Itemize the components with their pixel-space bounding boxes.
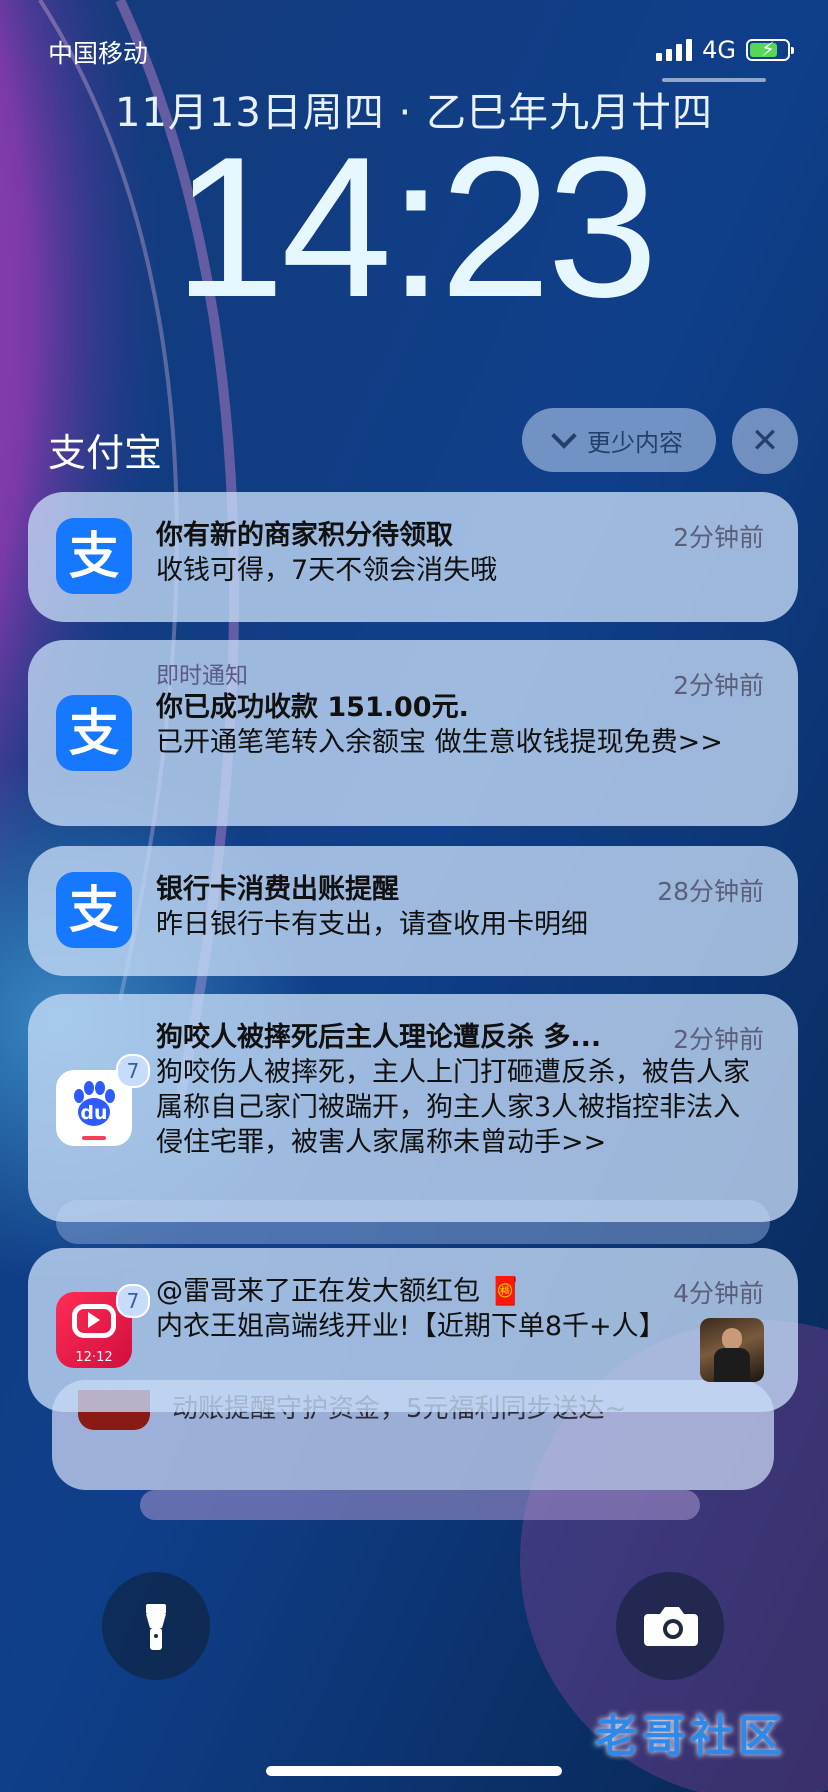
carrier-name: 中国移动	[48, 39, 149, 68]
alipay-icon: 支	[56, 518, 132, 594]
notification-card[interactable]: 支 银行卡消费出账提醒 昨日银行卡有支出，请查收用卡明细 28分钟前	[28, 846, 798, 976]
show-less-button[interactable]: 更少内容	[522, 408, 716, 472]
notification-content: @雷哥来了正在发大额红包 🧧 内衣王姐高端线开业!【近期下单8千+人】	[156, 1274, 668, 1344]
notification-card[interactable]: 12·12 7 @雷哥来了正在发大额红包 🧧 内衣王姐高端线开业!【近期下单8千…	[28, 1248, 798, 1412]
app-badge: 7	[116, 1054, 150, 1088]
notification-card[interactable]: 支 即时通知 你已成功收款 151.00元. 已开通笔笔转入余额宝 做生意收钱提…	[28, 640, 798, 826]
notification-time: 4分钟前	[673, 1279, 764, 1308]
cellular-signal-icon	[656, 39, 693, 61]
clear-group-button[interactable]: ✕	[732, 408, 798, 474]
alipay-icon: 支	[56, 695, 132, 771]
status-icons: 4G ⚡	[656, 36, 794, 64]
notification-body: 狗咬伤人被摔死，主人上门打砸遭反杀，被告人家属称自己家门被踹开，狗主人家3人被指…	[156, 1057, 750, 1158]
charging-bolt-icon: ⚡	[761, 37, 776, 61]
lock-time: 14:23	[173, 116, 659, 339]
stacked-notification[interactable]	[140, 1490, 700, 1520]
notification-time: 2分钟前	[673, 523, 764, 552]
notification-card[interactable]: 支 你有新的商家积分待领取 收钱可得，7天不领会消失哦 2分钟前	[28, 492, 798, 622]
notification-body: 昨日银行卡有支出，请查收用卡明细	[156, 909, 588, 940]
baidu-du-text: du	[80, 1102, 108, 1124]
notification-body: 内衣王姐高端线开业!【近期下单8千+人】	[156, 1311, 666, 1342]
notification-card[interactable]: du 7 狗咬人被摔死后主人理论遭反杀 多... 狗咬伤人被摔死，主人上门打砸遭…	[28, 994, 798, 1222]
network-type: 4G	[702, 36, 736, 64]
notification-group-title: 支付宝	[48, 431, 163, 475]
notification-thumbnail	[700, 1318, 764, 1382]
video-app-label: 12·12	[75, 1350, 113, 1365]
show-less-label: 更少内容	[587, 428, 683, 457]
notification-title: @雷哥来了正在发大额红包 🧧	[156, 1276, 523, 1307]
notification-time: 2分钟前	[673, 671, 764, 700]
flashlight-icon	[146, 1604, 166, 1650]
close-icon: ✕	[750, 421, 780, 461]
notification-time: 2分钟前	[673, 1025, 764, 1054]
notification-time: 28分钟前	[657, 877, 764, 906]
notification-body: 收钱可得，7天不领会消失哦	[156, 555, 498, 586]
watermark-logo: 老哥社区	[594, 1711, 786, 1762]
battery-icon: ⚡	[746, 37, 794, 61]
camera-button[interactable]	[616, 1572, 724, 1680]
camera-icon	[644, 1607, 698, 1646]
app-badge: 7	[116, 1284, 150, 1318]
alipay-icon: 支	[56, 872, 132, 948]
home-indicator[interactable]	[266, 1766, 562, 1776]
flashlight-button[interactable]	[102, 1572, 210, 1680]
chevron-down-icon	[551, 423, 577, 449]
notification-body: 已开通笔笔转入余额宝 做生意收钱提现免费>>	[156, 727, 723, 758]
